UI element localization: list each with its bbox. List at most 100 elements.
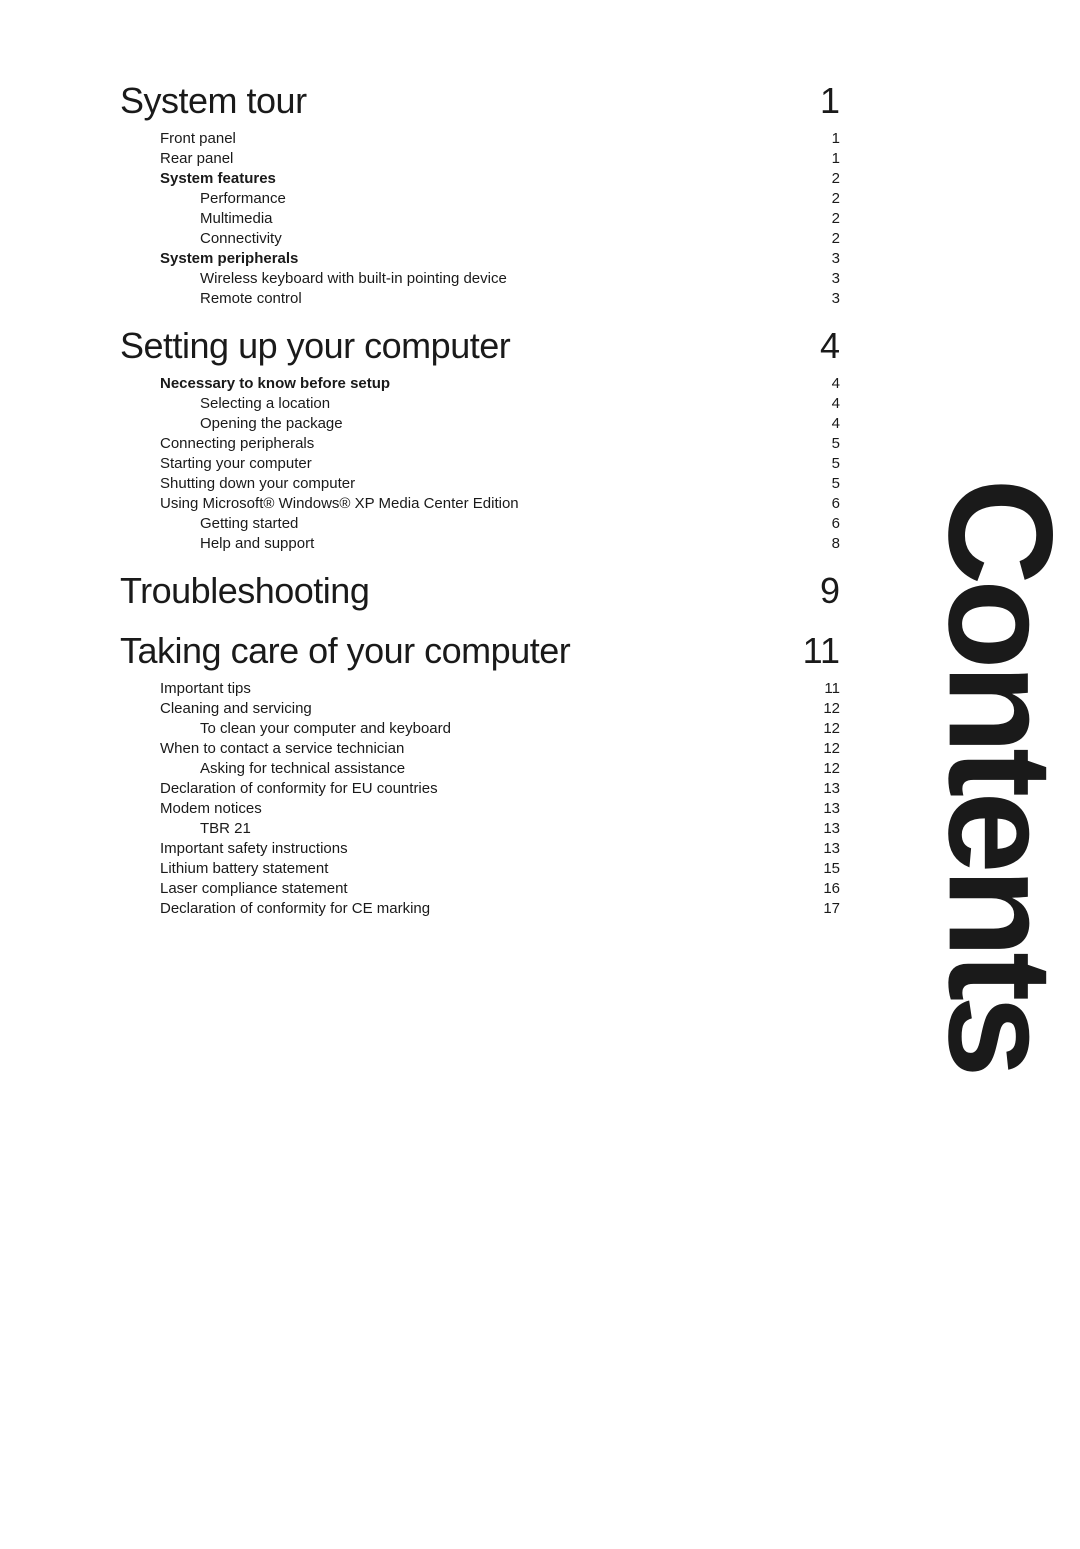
toc-entry-label: Performance	[120, 190, 286, 207]
toc-entry-page: 12	[810, 700, 840, 717]
toc-entry-label: System peripherals	[120, 250, 298, 267]
toc-entry-page: 13	[810, 820, 840, 837]
toc-row[interactable]: Rear panel1	[120, 150, 840, 167]
toc-entry-page: 2	[810, 230, 840, 247]
toc-entry-page: 5	[810, 475, 840, 492]
toc-row[interactable]: To clean your computer and keyboard 12	[120, 720, 840, 737]
toc-row[interactable]: System features 2	[120, 170, 840, 187]
section-title-taking-care: Taking care of your computer	[120, 630, 570, 672]
toc-row[interactable]: Connecting peripherals5	[120, 435, 840, 452]
section-heading-troubleshooting[interactable]: Troubleshooting 9	[120, 570, 840, 612]
toc-entry-label: Important tips	[120, 680, 251, 697]
toc-entry-label: Starting your computer	[120, 455, 312, 472]
toc-entry-label: Necessary to know before setup	[120, 375, 390, 392]
section-page-setting-up: 4	[800, 325, 840, 367]
toc-entries-taking-care: Important tips11 Cleaning and servicing 12…	[120, 680, 840, 917]
section-heading-setting-up[interactable]: Setting up your computer4	[120, 325, 840, 367]
toc-row[interactable]: Using Microsoft® Windows® XP Media Cente…	[120, 495, 840, 512]
toc-row[interactable]: Declaration of conformity for CE marking…	[120, 900, 840, 917]
toc-entry-label: Connectivity	[120, 230, 282, 247]
toc-row[interactable]: Multimedia 2	[120, 210, 840, 227]
section-heading-system-tour[interactable]: System tour 1	[120, 80, 840, 122]
toc-entry-page: 12	[810, 720, 840, 737]
toc-entry-page: 2	[810, 170, 840, 187]
toc-row[interactable]: When to contact a service technician 12	[120, 740, 840, 757]
toc-row[interactable]: Shutting down your computer 5	[120, 475, 840, 492]
toc-row[interactable]: Important tips11	[120, 680, 840, 697]
right-sidebar: Contents	[920, 0, 1080, 1549]
toc-entry-label: To clean your computer and keyboard	[120, 720, 451, 737]
toc-entry-label: Using Microsoft® Windows® XP Media Cente…	[120, 495, 519, 512]
toc-entry-page: 13	[810, 780, 840, 797]
toc-row[interactable]: System peripherals 3	[120, 250, 840, 267]
toc-entry-page: 12	[810, 760, 840, 777]
toc-entry-page: 6	[810, 515, 840, 532]
toc-entry-page: 2	[810, 210, 840, 227]
toc-entry-page: 1	[810, 150, 840, 167]
toc-row[interactable]: Asking for technical assistance 12	[120, 760, 840, 777]
toc-content: System tour 1 Front panel1 Rear panel1 Syste…	[120, 80, 840, 917]
toc-entry-label: Getting started	[120, 515, 298, 532]
toc-entry-page: 15	[810, 860, 840, 877]
toc-entry-label: Lithium battery statement	[120, 860, 328, 877]
page-container: System tour 1 Front panel1 Rear panel1 Syste…	[0, 0, 1080, 1549]
toc-entry-label: Selecting a location	[120, 395, 330, 412]
toc-row[interactable]: Lithium battery statement 15	[120, 860, 840, 877]
section-page-troubleshooting: 9	[800, 570, 840, 612]
toc-entry-page: 17	[810, 900, 840, 917]
toc-row[interactable]: Performance 2	[120, 190, 840, 207]
toc-entry-page: 13	[810, 800, 840, 817]
section-page-system-tour: 1	[800, 80, 840, 122]
toc-row[interactable]: Cleaning and servicing 12	[120, 700, 840, 717]
section-title-troubleshooting: Troubleshooting	[120, 570, 369, 612]
toc-entry-label: Wireless keyboard with built-in pointing…	[120, 270, 507, 287]
toc-row[interactable]: Starting your computer 5	[120, 455, 840, 472]
toc-entry-label: Laser compliance statement	[120, 880, 348, 897]
toc-entry-label: Declaration of conformity for CE marking	[120, 900, 430, 917]
toc-row[interactable]: Getting started 6	[120, 515, 840, 532]
toc-entry-page: 5	[810, 435, 840, 452]
toc-entries-setting-up: Necessary to know before setup 4 Selecting…	[120, 375, 840, 552]
toc-row[interactable]: Declaration of conformity for EU countri…	[120, 780, 840, 797]
toc-row[interactable]: TBR 21 13	[120, 820, 840, 837]
section-title-system-tour: System tour	[120, 80, 307, 122]
toc-entry-label: Opening the package	[120, 415, 343, 432]
toc-entry-label: System features	[120, 170, 276, 187]
toc-row[interactable]: Selecting a location4	[120, 395, 840, 412]
toc-entry-page: 12	[810, 740, 840, 757]
toc-entry-label: TBR 21	[120, 820, 251, 837]
toc-row[interactable]: Necessary to know before setup 4	[120, 375, 840, 392]
toc-row[interactable]: Remote control3	[120, 290, 840, 307]
toc-entry-label: Remote control	[120, 290, 302, 307]
toc-entry-page: 16	[810, 880, 840, 897]
toc-row[interactable]: Modem notices13	[120, 800, 840, 817]
toc-row[interactable]: Wireless keyboard with built-in pointing…	[120, 270, 840, 287]
toc-entry-label: Asking for technical assistance	[120, 760, 405, 777]
toc-entries-system-tour: Front panel1Rear panel1System features2P…	[120, 130, 840, 307]
toc-entry-page: 8	[810, 535, 840, 552]
toc-row[interactable]: Important safety instructions 13	[120, 840, 840, 857]
toc-row[interactable]: Laser compliance statement 16	[120, 880, 840, 897]
section-page-taking-care: 11	[800, 630, 840, 672]
toc-entry-label: Multimedia	[120, 210, 273, 227]
toc-entry-page: 4	[810, 415, 840, 432]
toc-row[interactable]: Front panel1	[120, 130, 840, 147]
contents-title: Contents	[926, 478, 1074, 1071]
toc-row[interactable]: Help and support 8	[120, 535, 840, 552]
toc-entry-page: 2	[810, 190, 840, 207]
toc-entry-label: Declaration of conformity for EU countri…	[120, 780, 438, 797]
toc-entry-page: 3	[810, 270, 840, 287]
toc-entry-label: Important safety instructions	[120, 840, 348, 857]
toc-entry-page: 13	[810, 840, 840, 857]
section-heading-taking-care[interactable]: Taking care of your computer 11	[120, 630, 840, 672]
toc-row[interactable]: Connectivity 2	[120, 230, 840, 247]
toc-entry-page: 6	[810, 495, 840, 512]
toc-entry-page: 3	[810, 250, 840, 267]
toc-entry-page: 4	[810, 375, 840, 392]
toc-entry-label: When to contact a service technician	[120, 740, 404, 757]
toc-row[interactable]: Opening the package 4	[120, 415, 840, 432]
toc-entry-page: 5	[810, 455, 840, 472]
toc-entry-label: Shutting down your computer	[120, 475, 355, 492]
toc-entry-label: Cleaning and servicing	[120, 700, 312, 717]
toc-entry-label: Help and support	[120, 535, 314, 552]
